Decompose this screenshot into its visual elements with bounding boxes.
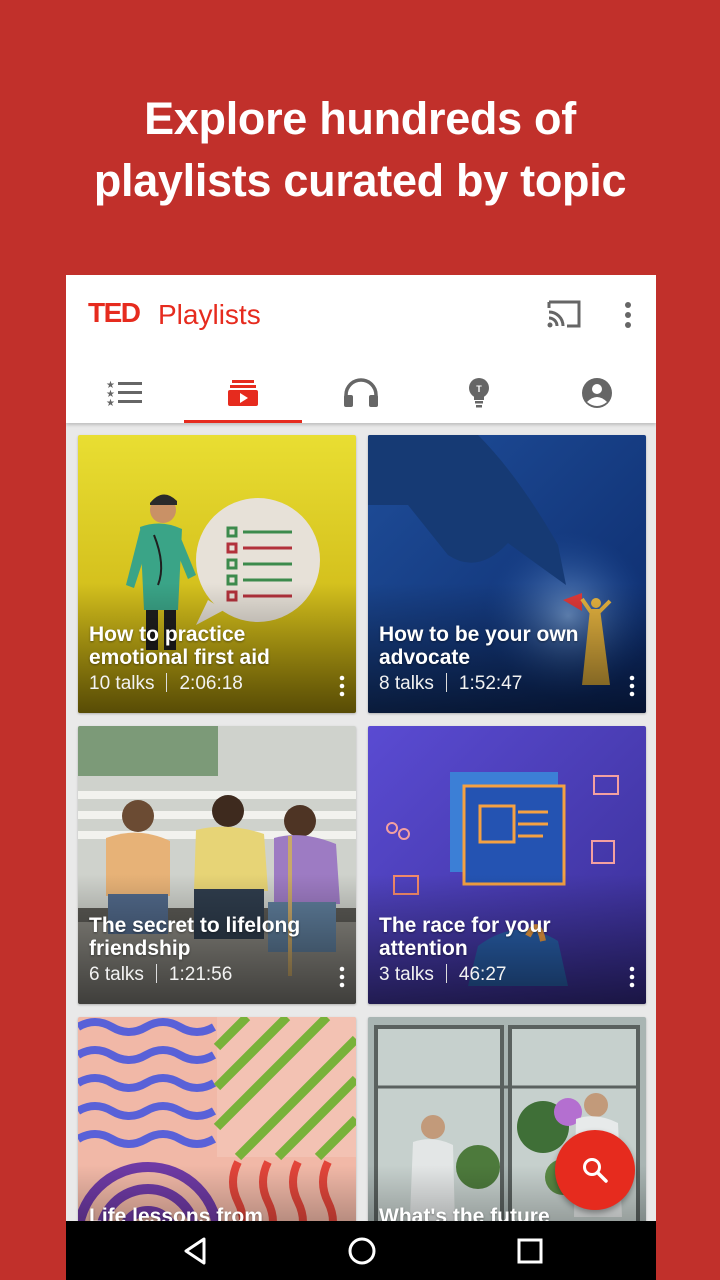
- search-fab[interactable]: [555, 1130, 635, 1210]
- back-icon[interactable]: [180, 1235, 212, 1267]
- playlist-card[interactable]: How to practice emotional first aid 10 t…: [78, 435, 356, 713]
- meta-divider: [445, 964, 447, 983]
- card-more-icon[interactable]: [338, 966, 346, 988]
- tab-playlists[interactable]: [184, 363, 302, 423]
- more-vert-icon[interactable]: [620, 299, 636, 331]
- duration: 46:27: [458, 964, 507, 985]
- app-title: Playlists: [158, 299, 261, 330]
- playlist-meta: 6 talks 1:21:56: [89, 964, 232, 986]
- svg-text:T: T: [476, 384, 482, 394]
- tab-podcasts[interactable]: [302, 363, 420, 423]
- cast-icon[interactable]: [546, 298, 582, 330]
- meta-divider: [445, 673, 447, 692]
- duration: 2:06:18: [179, 673, 243, 694]
- talk-count: 6 talks: [89, 964, 144, 985]
- android-nav-bar: [66, 1221, 656, 1280]
- headline-line-1: Explore hundreds of: [144, 93, 576, 144]
- app-bar: TED Playlists ★ ★ ★ T: [66, 275, 656, 423]
- playlist-meta: 10 talks 2:06:18: [89, 673, 243, 695]
- talk-count: 3 talks: [379, 964, 434, 985]
- card-more-icon[interactable]: [338, 675, 346, 697]
- playlist-title: The secret to lifelong friendship: [89, 914, 301, 960]
- playlist-card[interactable]: The secret to lifelong friendship 6 talk…: [78, 726, 356, 1004]
- ted-logo: TED: [88, 297, 141, 328]
- tab-lists[interactable]: ★ ★ ★: [66, 363, 184, 423]
- phone-screen: TED Playlists ★ ★ ★ T How to practice em…: [66, 275, 656, 1280]
- list-icon: ★ ★ ★: [106, 380, 142, 407]
- headphones-icon: [344, 378, 378, 407]
- headline-line-2: playlists curated by topic: [93, 155, 627, 206]
- duration: 1:21:56: [168, 964, 233, 985]
- search-icon: [583, 1158, 608, 1183]
- meta-divider: [155, 964, 157, 983]
- playlist-title: How to practice emotional first aid: [89, 623, 270, 669]
- tab-ideas[interactable]: T: [420, 363, 538, 423]
- account-icon: [582, 378, 612, 408]
- playlist-title: The race for your attention: [379, 914, 551, 960]
- tab-account[interactable]: [538, 363, 656, 423]
- svg-text:★: ★: [106, 398, 115, 407]
- talk-count: 8 talks: [379, 673, 434, 694]
- meta-divider: [166, 673, 168, 692]
- talk-count: 10 talks: [89, 673, 155, 694]
- card-more-icon[interactable]: [628, 966, 636, 988]
- lightbulb-icon: T: [469, 378, 489, 408]
- card-more-icon[interactable]: [628, 675, 636, 697]
- home-icon[interactable]: [346, 1235, 378, 1267]
- playlist-meta: 3 talks 46:27: [379, 964, 506, 986]
- playlist-title: How to be your own advocate: [379, 623, 579, 669]
- promo-headline: Explore hundreds of playlists curated by…: [0, 88, 720, 212]
- recents-icon[interactable]: [514, 1235, 546, 1267]
- playlist-icon: [228, 380, 258, 406]
- playlist-card[interactable]: How to be your own advocate 8 talks 1:52:…: [368, 435, 646, 713]
- duration: 1:52:47: [458, 673, 523, 694]
- playlist-card[interactable]: The race for your attention 3 talks 46:27: [368, 726, 646, 1004]
- tab-bar: ★ ★ ★ T: [66, 363, 656, 423]
- playlist-meta: 8 talks 1:52:47: [379, 673, 522, 695]
